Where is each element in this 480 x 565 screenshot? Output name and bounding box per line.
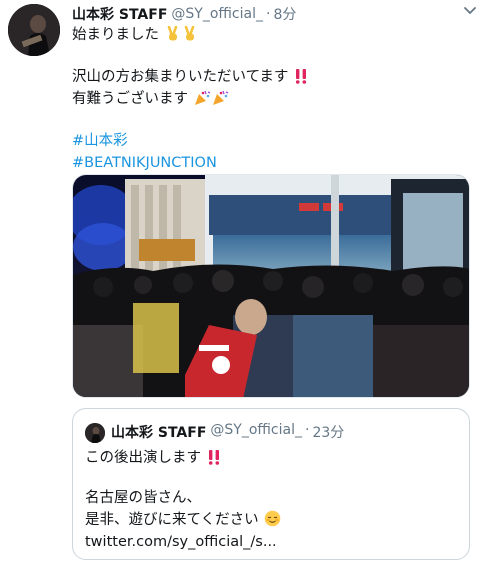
display-name[interactable]: 山本彩 STAFF <box>72 4 167 24</box>
quoted-text: この後出演します 名古屋の皆さん、 是非、遊びに来てください twitter.c… <box>85 447 465 553</box>
quoted-link[interactable]: twitter.com/sy_official_/s... <box>85 534 277 550</box>
quoted-header: 山本彩 STAFF @SY_official_ · 23分 <box>111 422 344 442</box>
quoted-timestamp: 23分 <box>312 425 345 441</box>
separator: · <box>305 422 310 438</box>
timestamp[interactable]: 8分 <box>273 4 296 24</box>
tweet-line-2: 沢山の方お集まりいただいてます <box>72 69 289 85</box>
quoted-avatar[interactable] <box>85 423 105 443</box>
party-popper-emoji <box>212 90 228 105</box>
tweet-line-1: 始まりました <box>72 27 159 43</box>
victory-hand-emoji <box>184 26 194 41</box>
victory-hand-emoji <box>167 26 177 41</box>
quoted-handle: @SY_official_ <box>210 422 302 438</box>
quoted-display-name: 山本彩 STAFF <box>111 425 207 441</box>
party-popper-emoji <box>194 90 210 105</box>
hashtag-link[interactable]: #BEATNIKJUNCTION <box>72 155 217 171</box>
chevron-down-icon[interactable] <box>462 2 478 18</box>
quoted-line-3: 是非、遊びに来てください <box>85 512 259 528</box>
double-exclamation-emoji <box>295 69 307 84</box>
double-exclamation-emoji <box>208 450 219 465</box>
quoted-line-1: この後出演します <box>85 450 201 466</box>
avatar[interactable] <box>8 4 60 56</box>
tweet-header: 山本彩 STAFF @SY_official_ · 8分 <box>72 4 470 24</box>
tweet-photo[interactable] <box>72 174 470 398</box>
relieved-face-emoji <box>264 510 281 527</box>
hashtag-link[interactable]: #山本彩 <box>72 133 128 149</box>
quoted-tweet[interactable]: 山本彩 STAFF @SY_official_ · 23分 この後出演します 名… <box>72 408 470 560</box>
handle[interactable]: @SY_official_ <box>171 6 263 22</box>
tweet-line-3: 有難うございます <box>72 91 188 107</box>
separator: · <box>266 6 271 22</box>
tweet-text: 始まりました 沢山の方お集まりいただいてます 有難うございます #山本彩 #BE… <box>72 24 472 174</box>
quoted-line-2: 名古屋の皆さん、 <box>85 490 201 506</box>
tweet[interactable]: 山本彩 STAFF @SY_official_ · 8分 始まりました 沢山の方… <box>0 0 480 565</box>
